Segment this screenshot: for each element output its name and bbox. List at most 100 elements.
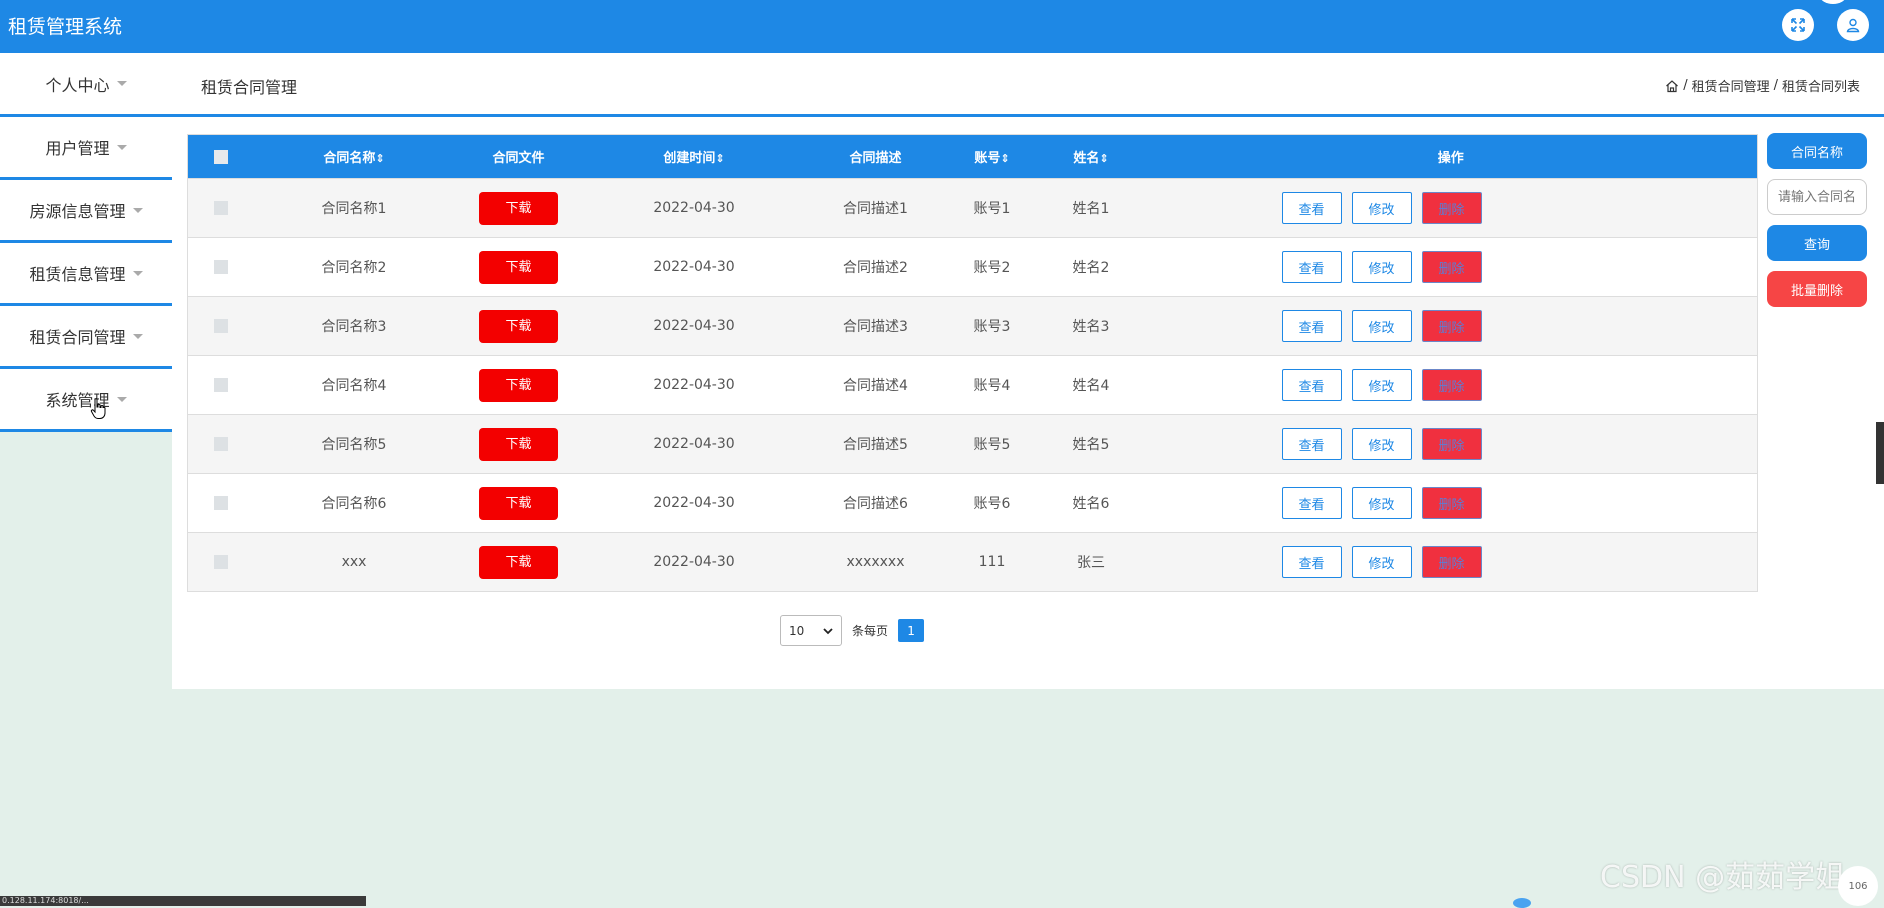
delete-button[interactable]: 删除 [1421, 251, 1482, 283]
header-created-time[interactable]: 创建时间⇕ [583, 134, 805, 179]
delete-button[interactable]: 删除 [1421, 487, 1482, 519]
page-size-value: 10 [789, 623, 805, 638]
delete-button[interactable]: 删除 [1421, 310, 1482, 342]
sort-icon: ⇕ [1000, 152, 1010, 165]
header-contract-file: 合同文件 [453, 134, 584, 179]
download-button[interactable]: 下载 [479, 250, 558, 284]
edit-button[interactable]: 修改 [1351, 546, 1412, 578]
fullscreen-icon [1791, 18, 1805, 32]
row-checkbox[interactable] [214, 496, 229, 510]
edit-button[interactable]: 修改 [1351, 251, 1412, 283]
cell-contract-name: 合同名称5 [254, 414, 454, 474]
caret-down-icon [116, 81, 127, 86]
view-button[interactable]: 查看 [1281, 428, 1342, 460]
row-checkbox[interactable] [214, 378, 229, 392]
app-title: 租赁管理系统 [8, 16, 123, 38]
search-panel: 合同名称 查询 批量删除 [1767, 133, 1867, 307]
row-checkbox[interactable] [214, 319, 229, 333]
caret-down-icon [116, 396, 127, 402]
edit-button[interactable]: 修改 [1351, 192, 1412, 224]
row-checkbox[interactable] [214, 555, 229, 569]
cell-contract-desc: 合同描述2 [804, 237, 947, 297]
sort-icon: ⇕ [715, 152, 725, 165]
delete-button[interactable]: 删除 [1421, 428, 1482, 460]
table-row: 合同名称6 下载 2022-04-30 合同描述6 账号6 姓名6 查看 修改 … [187, 473, 1758, 533]
cell-account: 账号1 [946, 178, 1038, 238]
user-button[interactable] [1837, 9, 1869, 41]
cell-account: 账号2 [946, 237, 1038, 297]
row-checkbox[interactable] [214, 260, 229, 274]
view-button[interactable]: 查看 [1281, 487, 1342, 519]
breadcrumb-item[interactable]: 租赁合同管理 [1692, 76, 1770, 95]
delete-button[interactable]: 删除 [1421, 192, 1482, 224]
sidebar-item-user-management[interactable]: 用户管理 [0, 117, 172, 180]
home-icon[interactable] [1665, 79, 1679, 93]
cell-contract-name: 合同名称4 [254, 355, 454, 415]
fullscreen-button[interactable] [1782, 9, 1814, 41]
sidebar-item-rental-contract[interactable]: 租赁合同管理 [0, 306, 172, 369]
table-row: 合同名称1 下载 2022-04-30 合同描述1 账号1 姓名1 查看 修改 … [187, 178, 1758, 238]
download-button[interactable]: 下载 [479, 486, 558, 520]
sidebar-item-label: 租赁信息管理 [29, 265, 126, 284]
cell-created-time: 2022-04-30 [583, 355, 805, 415]
edit-button[interactable]: 修改 [1351, 369, 1412, 401]
view-button[interactable]: 查看 [1281, 546, 1342, 578]
query-button[interactable]: 查询 [1767, 225, 1867, 261]
scrollbar-handle[interactable] [1876, 422, 1884, 484]
page-size-select[interactable]: 10 [780, 615, 842, 646]
header-contract-name[interactable]: 合同名称⇕ [254, 134, 454, 179]
view-button[interactable]: 查看 [1281, 369, 1342, 401]
select-all-checkbox[interactable] [214, 149, 229, 164]
header-person-name[interactable]: 姓名⇕ [1037, 134, 1145, 179]
edit-button[interactable]: 修改 [1351, 428, 1412, 460]
menu-personal-center[interactable]: 个人中心 [0, 53, 172, 114]
view-button[interactable]: 查看 [1281, 251, 1342, 283]
main-panel: 合同名称⇕ 合同文件 创建时间⇕ 合同描述 账号⇕ 姓名⇕ 操作 合同名称1 下… [172, 117, 1884, 689]
edit-button[interactable]: 修改 [1351, 487, 1412, 519]
download-button[interactable]: 下载 [479, 427, 558, 461]
breadcrumb-separator: / [1773, 78, 1778, 93]
page-title: 租赁合同管理 [201, 78, 298, 97]
cell-contract-desc: 合同描述6 [804, 473, 947, 533]
row-checkbox[interactable] [214, 201, 229, 215]
search-input[interactable] [1767, 179, 1867, 215]
sort-icon: ⇕ [1099, 152, 1109, 165]
sidebar-item-housing-info[interactable]: 房源信息管理 [0, 180, 172, 243]
table-row: 合同名称4 下载 2022-04-30 合同描述4 账号4 姓名4 查看 修改 … [187, 355, 1758, 415]
download-button[interactable]: 下载 [479, 368, 558, 402]
table-row: xxx 下载 2022-04-30 xxxxxxx 111 张三 查看 修改 删… [187, 532, 1758, 592]
cell-contract-desc: xxxxxxx [804, 532, 947, 592]
per-page-label: 条每页 [852, 624, 889, 638]
cell-account: 账号3 [946, 296, 1038, 356]
cell-created-time: 2022-04-30 [583, 296, 805, 356]
cell-created-time: 2022-04-30 [583, 414, 805, 474]
download-button[interactable]: 下载 [479, 545, 558, 579]
cell-contract-name: xxx [254, 532, 454, 592]
download-button[interactable]: 下载 [479, 191, 558, 225]
bulk-delete-button[interactable]: 批量删除 [1767, 271, 1867, 307]
corner-badge[interactable]: 106 [1838, 866, 1878, 906]
view-button[interactable]: 查看 [1281, 310, 1342, 342]
header-account[interactable]: 账号⇕ [946, 134, 1038, 179]
caret-down-icon [132, 270, 143, 276]
delete-button[interactable]: 删除 [1421, 369, 1482, 401]
row-checkbox[interactable] [214, 437, 229, 451]
floating-dot [1513, 898, 1531, 908]
cell-person-name: 姓名4 [1037, 355, 1145, 415]
delete-button[interactable]: 删除 [1421, 546, 1482, 578]
header-contract-desc: 合同描述 [804, 134, 947, 179]
user-icon [1846, 18, 1860, 33]
search-field-label: 合同名称 [1767, 133, 1867, 169]
hand-cursor-icon [90, 398, 106, 419]
sidebar-item-rental-info[interactable]: 租赁信息管理 [0, 243, 172, 306]
cell-contract-name: 合同名称6 [254, 473, 454, 533]
sort-icon: ⇕ [375, 152, 385, 165]
download-button[interactable]: 下载 [479, 309, 558, 343]
breadcrumb-item-current: 租赁合同列表 [1781, 80, 1860, 95]
page-number-current[interactable]: 1 [898, 619, 925, 642]
edit-button[interactable]: 修改 [1351, 310, 1412, 342]
header-select [187, 134, 255, 179]
sidebar-item-system[interactable]: 系统管理 [0, 369, 172, 432]
sidebar-item-label: 租赁合同管理 [29, 328, 126, 347]
view-button[interactable]: 查看 [1281, 192, 1342, 224]
